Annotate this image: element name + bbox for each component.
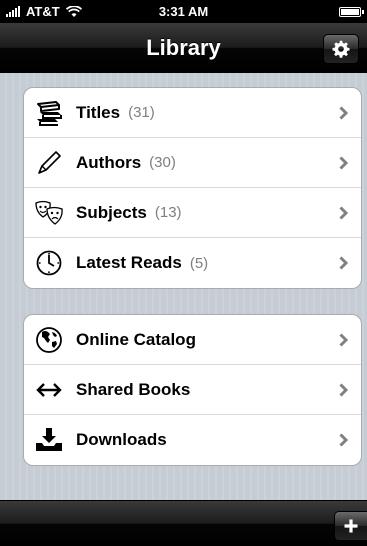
chevron-right-icon [333,203,353,223]
list-item-count: (13) [154,204,182,221]
library-group-browse: Titles (31) Authors (30) Subjects (13) L… [23,87,362,289]
carrier-name: AT&T [26,4,60,19]
list-item-label: Online Catalog [76,329,196,349]
list-item-label: Subjects [76,202,147,222]
list-item-titles[interactable]: Titles (31) [24,88,361,138]
chevron-right-icon [333,330,353,350]
list-item-label: Latest Reads [76,253,182,272]
list-item-authors[interactable]: Authors (30) [24,138,361,188]
download-tray-icon [34,425,64,455]
chevron-right-icon [333,430,353,450]
list-item-count: (5) [189,254,209,272]
pen-icon [34,148,64,178]
chevron-right-icon [333,380,353,400]
bottom-toolbar [0,500,367,546]
status-left: AT&T [6,4,82,19]
list-item-label: Downloads [76,430,167,449]
wifi-icon [65,5,82,17]
list-item-shared-books[interactable]: Shared Books [24,365,361,415]
clock-icon [34,248,64,278]
chevron-right-icon [333,153,353,173]
gear-icon [332,40,350,58]
library-group-sources: Online Catalog Shared Books Downloads [23,314,362,466]
plus-icon [344,519,358,533]
books-icon [34,98,64,128]
signal-strength-icon [6,6,20,17]
list-item-label: Shared Books [76,379,191,399]
status-bar: AT&T 3:31 AM [0,0,367,23]
list-item-label: Authors [76,152,142,172]
list-item-count: (30) [149,154,176,171]
list-item-label: Titles [76,102,121,122]
chevron-right-icon [333,103,353,123]
list-item-subjects[interactable]: Subjects (13) [24,188,361,238]
theater-masks-icon [34,198,64,228]
library-list: Titles (31) Authors (30) Subjects (13) L… [0,73,367,500]
battery-icon [339,6,364,17]
list-item-count: (31) [128,104,155,121]
navigation-bar: Library [0,23,367,73]
left-right-arrow-icon [34,375,64,405]
chevron-right-icon [333,253,353,273]
settings-button[interactable] [323,34,359,64]
list-item-online-catalog[interactable]: Online Catalog [24,315,361,365]
list-item-latest-reads[interactable]: Latest Reads (5) [24,238,361,288]
add-button[interactable] [334,511,367,541]
battery-level [341,8,359,15]
page-title: Library [146,34,221,60]
globe-icon [34,325,64,355]
list-item-downloads[interactable]: Downloads [24,415,361,465]
